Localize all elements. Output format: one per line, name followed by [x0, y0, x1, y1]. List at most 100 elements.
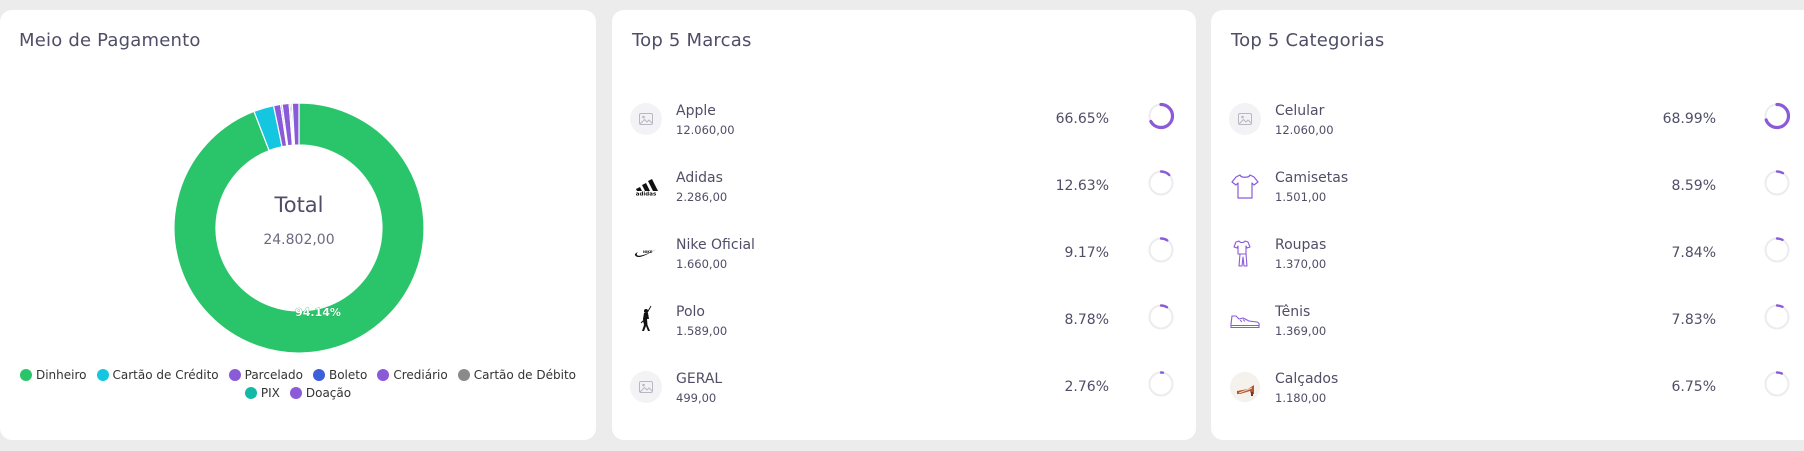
item-value: 1.660,00: [676, 257, 728, 271]
item-value: 12.060,00: [676, 123, 735, 137]
legend-dot-icon: [228, 369, 241, 381]
list-item[interactable]: Calçados 1.180,00 6.75%: [1211, 369, 1804, 436]
progress-ring-icon: [1762, 369, 1792, 399]
item-percent: 7.83%: [1671, 312, 1716, 328]
legend-dot-icon: [96, 369, 109, 381]
item-value: 12.060,00: [1275, 123, 1334, 137]
legend-label: Cartão de Débito: [473, 368, 577, 382]
legend-label: Dinheiro: [35, 368, 87, 382]
tshirt-icon: [1229, 170, 1261, 202]
image-placeholder-icon: [630, 103, 662, 135]
item-percent: 68.99%: [1662, 111, 1716, 127]
progress-ring-icon: [1146, 369, 1176, 399]
item-value: 1.369,00: [1275, 324, 1327, 338]
donut-slice-label: 94.14%: [295, 306, 341, 319]
legend-item[interactable]: Doação: [289, 386, 352, 400]
legend-item[interactable]: Boleto: [312, 368, 368, 382]
item-name: Roupas: [1275, 237, 1327, 253]
legend-dot-icon: [457, 369, 470, 381]
item-name: GERAL: [676, 371, 723, 387]
clothes-icon: [1229, 237, 1261, 269]
top-categories-card: Top 5 Categorias Celular 12.060,00 68.99% …: [1211, 10, 1804, 440]
svg-text:NIKE: NIKE: [643, 250, 653, 254]
item-name: Calçados: [1275, 371, 1339, 387]
progress-ring-icon: [1146, 235, 1176, 265]
item-percent: 7.84%: [1671, 245, 1716, 261]
item-percent: 12.63%: [1055, 178, 1109, 194]
legend-item[interactable]: Cartão de Débito: [457, 368, 577, 382]
sandal-icon: [1229, 371, 1261, 403]
item-percent: 66.65%: [1055, 111, 1109, 127]
polo-logo-icon: [630, 304, 662, 336]
list-item[interactable]: GERAL 499,00 2.76%: [612, 369, 1196, 436]
list-item[interactable]: Roupas 1.370,00 7.84%: [1211, 235, 1804, 302]
item-name: Camisetas: [1275, 170, 1349, 186]
legend-dot-icon: [244, 387, 257, 399]
progress-ring-icon: [1146, 101, 1176, 131]
item-percent: 9.17%: [1064, 245, 1109, 261]
categories-list: Celular 12.060,00 68.99% Camisetas 1.501,00…: [1211, 101, 1804, 436]
item-name: Apple: [676, 103, 716, 119]
item-percent: 8.59%: [1671, 178, 1716, 194]
legend-label: Crediário: [393, 368, 448, 382]
legend-dot-icon: [377, 369, 390, 381]
list-item[interactable]: NIKE Nike Oficial 1.660,00 9.17%: [612, 235, 1196, 302]
payment-legend: Dinheiro Cartão de Crédito Parcelado Boleto…: [0, 366, 596, 402]
item-value: 1.589,00: [676, 324, 728, 338]
categories-card-title: Top 5 Categorias: [1231, 30, 1385, 51]
legend-label: Boleto: [328, 368, 368, 382]
image-placeholder-icon: [630, 371, 662, 403]
item-name: Adidas: [676, 170, 723, 186]
item-value: 1.180,00: [1275, 391, 1327, 405]
list-item[interactable]: adidas Adidas 2.286,00 12.63%: [612, 168, 1196, 235]
top-brands-card: Top 5 Marcas Apple 12.060,00 66.65% adidas…: [612, 10, 1196, 440]
image-placeholder-icon: [1229, 103, 1261, 135]
progress-ring-icon: [1762, 101, 1792, 131]
brands-card-title: Top 5 Marcas: [632, 30, 752, 51]
donut-center-title: Total: [273, 193, 323, 217]
legend-item[interactable]: Cartão de Crédito: [96, 368, 219, 382]
legend-dot-icon: [19, 369, 32, 381]
legend-label: Parcelado: [244, 368, 303, 382]
legend-row: Dinheiro Cartão de Crédito Parcelado Boleto…: [0, 366, 596, 384]
item-name: Celular: [1275, 103, 1325, 119]
list-item[interactable]: Polo 1.589,00 8.78%: [612, 302, 1196, 369]
item-name: Tênis: [1275, 304, 1311, 320]
progress-ring-icon: [1146, 302, 1176, 332]
progress-ring-icon: [1762, 302, 1792, 332]
list-item[interactable]: Tênis 1.369,00 7.83%: [1211, 302, 1804, 369]
progress-ring-icon: [1146, 168, 1176, 198]
item-value: 2.286,00: [676, 190, 728, 204]
list-item[interactable]: Camisetas 1.501,00 8.59%: [1211, 168, 1804, 235]
item-value: 1.370,00: [1275, 257, 1327, 271]
legend-item[interactable]: Crediário: [377, 368, 448, 382]
progress-ring-icon: [1762, 235, 1792, 265]
legend-item[interactable]: Parcelado: [228, 368, 303, 382]
item-name: Polo: [676, 304, 705, 320]
sneaker-icon: [1229, 304, 1261, 336]
list-item[interactable]: Celular 12.060,00 68.99%: [1211, 101, 1804, 168]
item-percent: 6.75%: [1671, 379, 1716, 395]
legend-dot-icon: [289, 387, 302, 399]
legend-row: PIX Doação: [0, 384, 596, 402]
payment-card-title: Meio de Pagamento: [19, 30, 201, 51]
legend-item[interactable]: Dinheiro: [19, 368, 87, 382]
progress-ring-icon: [1762, 168, 1792, 198]
nike-logo-icon: NIKE: [630, 237, 662, 269]
legend-dot-icon: [312, 369, 325, 381]
brands-list: Apple 12.060,00 66.65% adidas Adidas 2.286,0…: [612, 101, 1196, 436]
item-name: Nike Oficial: [676, 237, 755, 253]
legend-label: PIX: [260, 386, 280, 400]
legend-label: Doação: [305, 386, 352, 400]
legend-label: Cartão de Crédito: [112, 368, 219, 382]
payment-method-card: Total 24.802,00 94.14% Meio de Pagamento…: [0, 10, 596, 440]
item-value: 1.501,00: [1275, 190, 1327, 204]
payment-donut-chart: Total 24.802,00 94.14%: [173, 102, 425, 354]
list-item[interactable]: Apple 12.060,00 66.65%: [612, 101, 1196, 168]
legend-item[interactable]: PIX: [244, 386, 280, 400]
adidas-logo-icon: adidas: [630, 170, 662, 202]
item-percent: 8.78%: [1064, 312, 1109, 328]
item-value: 499,00: [676, 391, 717, 405]
donut-center-value: 24.802,00: [263, 232, 334, 248]
svg-text:adidas: adidas: [636, 192, 657, 197]
